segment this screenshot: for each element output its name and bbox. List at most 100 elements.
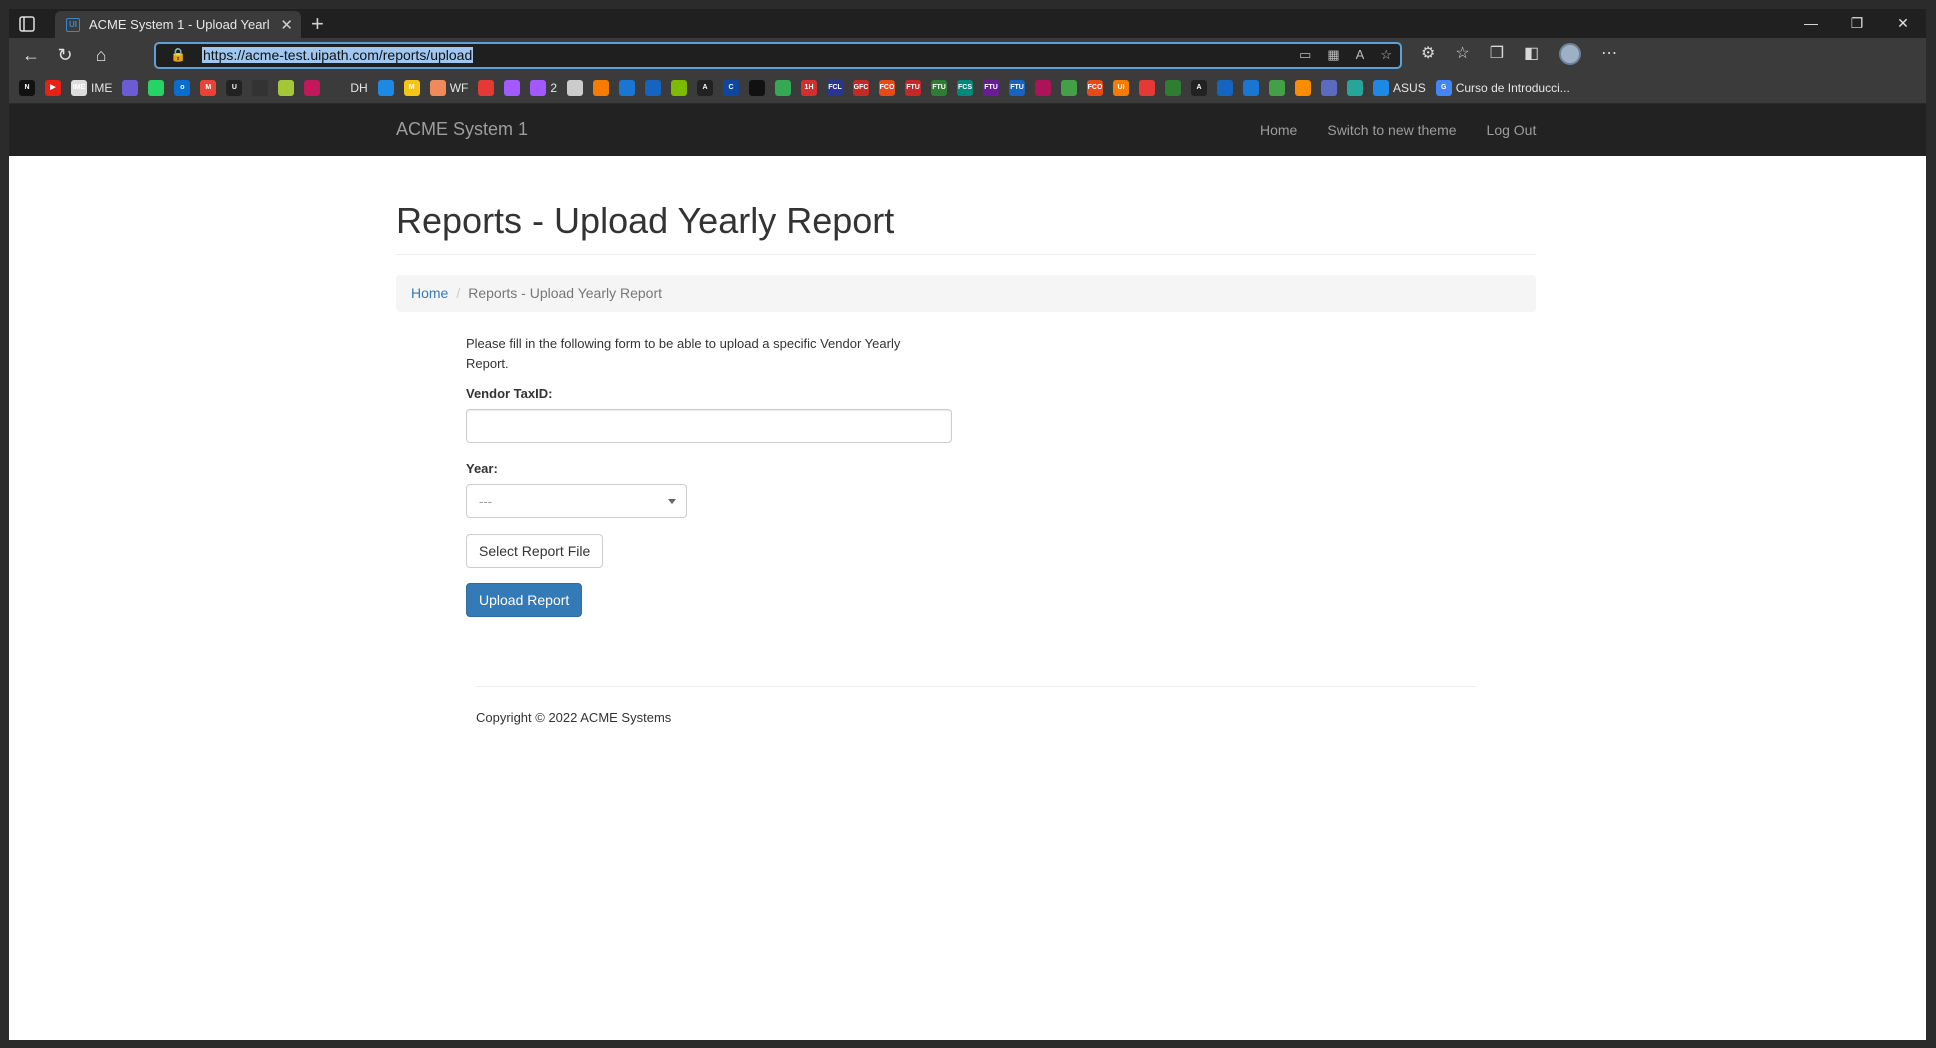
bookmark-item[interactable]	[478, 79, 495, 96]
bookmark-item[interactable]	[377, 79, 394, 96]
bookmark-item[interactable]: N	[19, 79, 35, 96]
vendor-taxid-input[interactable]	[466, 409, 952, 443]
bookmark-item[interactable]	[1165, 79, 1182, 96]
bookmark-item[interactable]	[593, 79, 610, 96]
bookmark-favicon-icon: ▶	[45, 79, 61, 96]
select-report-file-button[interactable]: Select Report File	[466, 534, 604, 568]
browser-tab[interactable]: UI ACME System 1 - Upload Yearly R ✕	[55, 11, 301, 38]
bookmark-item[interactable]: o	[174, 79, 191, 96]
close-tab-icon[interactable]: ✕	[280, 16, 293, 34]
more-menu-icon[interactable]: ⋯	[1601, 43, 1617, 65]
bookmark-item[interactable]: 2	[530, 79, 557, 96]
bookmark-item[interactable]	[252, 79, 269, 96]
bookmark-item[interactable]: UI	[1113, 79, 1130, 96]
extensions-icon[interactable]: ⚙	[1421, 43, 1435, 65]
bookmark-item[interactable]: FCO	[1087, 79, 1104, 96]
bookmark-item[interactable]: GFC	[853, 79, 870, 96]
tab-actions-icon[interactable]	[17, 14, 37, 34]
bookmark-item[interactable]: M	[200, 79, 217, 96]
bookmark-favicon-icon	[377, 79, 394, 96]
home-button[interactable]: ⌂	[89, 43, 113, 67]
bookmark-item[interactable]: FCS	[957, 79, 974, 96]
bookmark-item[interactable]: 1H	[801, 79, 818, 96]
lock-icon[interactable]: 🔒	[170, 47, 186, 63]
uipath-favicon-icon: UI	[66, 18, 80, 32]
bookmark-item[interactable]	[775, 79, 792, 96]
bookmark-item[interactable]: FCL	[827, 79, 844, 96]
bookmark-item[interactable]: ▶	[45, 79, 61, 96]
year-select[interactable]: ---	[466, 484, 687, 518]
bookmark-favicon-icon	[304, 79, 321, 96]
favorites-icon[interactable]: ☆	[1455, 43, 1469, 65]
main-content: Reports - Upload Yearly Report Home / Repo…	[396, 156, 1536, 617]
site-navbar: ACME System 1 Home Switch to new theme L…	[9, 104, 1926, 156]
bookmark-item[interactable]	[278, 79, 295, 96]
bookmark-item[interactable]	[148, 79, 165, 96]
bookmark-item[interactable]: M	[403, 79, 420, 96]
bookmark-item[interactable]: C	[723, 79, 740, 96]
close-window-button[interactable]: ✕	[1880, 9, 1926, 38]
bookmark-item[interactable]	[1321, 79, 1338, 96]
bookmark-item[interactable]	[619, 79, 636, 96]
bookmark-favicon-icon	[1243, 79, 1260, 96]
bookmark-item[interactable]: FCO	[879, 79, 896, 96]
bookmark-item[interactable]	[1139, 79, 1156, 96]
bookmark-item[interactable]	[1217, 79, 1234, 96]
restore-button[interactable]: ❐	[1834, 9, 1880, 38]
bookmark-favicon-icon	[122, 79, 139, 96]
minimize-button[interactable]: —	[1788, 9, 1834, 38]
url-text[interactable]: https://acme-test.uipath.com/reports/upl…	[202, 47, 474, 63]
bookmark-item[interactable]: FTU	[931, 79, 948, 96]
bookmark-item[interactable]	[122, 79, 139, 96]
bookmark-item[interactable]: G Curso de Introducci...	[1435, 79, 1570, 96]
bookmark-item[interactable]: IME IME	[71, 79, 113, 96]
collections-icon[interactable]: ❒	[1490, 43, 1504, 65]
bookmark-favicon-icon	[429, 79, 446, 96]
bookmark-favicon-icon	[1373, 79, 1390, 96]
bookmark-item[interactable]: FTU	[1009, 79, 1026, 96]
bookmark-item[interactable]	[1061, 79, 1078, 96]
bookmark-item[interactable]: WF	[429, 79, 468, 96]
back-button[interactable]: ←	[19, 43, 43, 67]
refresh-button[interactable]: ↻	[53, 43, 77, 67]
bookmark-item[interactable]	[504, 79, 521, 96]
bookmark-item[interactable]: A	[1191, 79, 1208, 96]
browser-essentials-icon[interactable]: ◧	[1524, 43, 1539, 65]
bookmark-item[interactable]	[567, 79, 584, 96]
bookmark-favicon-icon	[1139, 79, 1156, 96]
app-available-icon[interactable]: ▭	[1299, 47, 1311, 63]
bookmark-item[interactable]: DH	[330, 79, 368, 96]
bookmark-favicon-icon	[593, 79, 610, 96]
profile-avatar[interactable]	[1559, 43, 1582, 65]
new-tab-button[interactable]: +	[311, 11, 324, 37]
bookmark-item[interactable]	[1347, 79, 1364, 96]
bookmark-item[interactable]: FTU	[983, 79, 1000, 96]
bookmark-item[interactable]: U	[226, 79, 243, 96]
upload-report-button[interactable]: Upload Report	[466, 583, 583, 617]
bookmark-item[interactable]	[671, 79, 688, 96]
add-favorite-icon[interactable]: ☆	[1380, 47, 1392, 63]
bookmark-item[interactable]	[1269, 79, 1286, 96]
bookmark-favicon-icon: IME	[71, 79, 87, 96]
bookmark-favicon-icon	[775, 79, 792, 96]
bookmark-item[interactable]: A	[697, 79, 714, 96]
bookmark-favicon-icon	[671, 79, 688, 96]
address-bar[interactable]: 🔒 https://acme-test.uipath.com/reports/u…	[154, 42, 1402, 69]
qr-code-icon[interactable]: ▦	[1327, 47, 1339, 63]
bookmark-label: IME	[91, 80, 113, 95]
bookmark-item[interactable]	[645, 79, 662, 96]
bookmark-item[interactable]	[1295, 79, 1312, 96]
bookmark-item[interactable]	[1035, 79, 1052, 96]
nav-home-link[interactable]: Home	[1260, 122, 1297, 138]
nav-switch-theme-link[interactable]: Switch to new theme	[1327, 122, 1456, 138]
bookmark-item[interactable]	[1243, 79, 1260, 96]
bookmark-item[interactable]	[749, 79, 766, 96]
read-aloud-icon[interactable]: A	[1356, 47, 1365, 63]
bookmark-item[interactable]: FTU	[905, 79, 922, 96]
nav-logout-link[interactable]: Log Out	[1487, 122, 1537, 138]
breadcrumb-home-link[interactable]: Home	[411, 285, 448, 301]
bookmark-item[interactable]	[304, 79, 321, 96]
site-brand[interactable]: ACME System 1	[396, 119, 528, 140]
bookmark-item[interactable]: ASUS	[1373, 79, 1426, 96]
bookmark-favicon-icon	[1321, 79, 1338, 96]
